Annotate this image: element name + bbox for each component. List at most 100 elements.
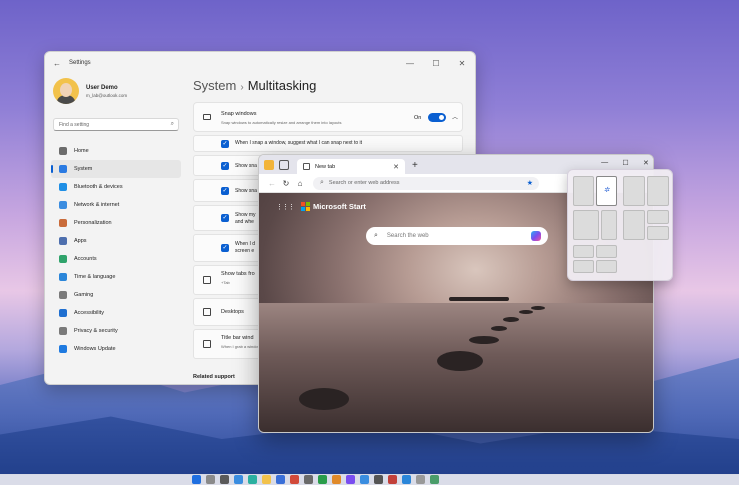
nav-item-system[interactable]: System	[51, 160, 181, 178]
app-icon[interactable]	[416, 475, 425, 484]
nav-label: Privacy & security	[74, 328, 118, 334]
nav-item-gaming[interactable]: Gaming	[51, 286, 181, 304]
app-icon[interactable]	[388, 475, 397, 484]
snap-zone[interactable]	[601, 210, 617, 240]
stepping-stone	[299, 388, 349, 410]
tab-new-tab[interactable]: New tab ✕	[297, 159, 405, 174]
app-icon[interactable]	[318, 475, 327, 484]
nav-item-accounts[interactable]: Accounts	[51, 250, 181, 268]
stepping-stone	[519, 310, 533, 314]
snap-layout-two-thirds[interactable]	[623, 176, 669, 206]
tab-actions-icon[interactable]	[279, 160, 289, 170]
new-tab-button[interactable]: +	[412, 160, 418, 171]
apps-grid-icon[interactable]: ⋮⋮⋮	[276, 203, 295, 211]
snap-zone[interactable]	[623, 210, 645, 240]
minimize-button[interactable]: —	[601, 159, 608, 166]
nav-item-bluetooth[interactable]: Bluetooth & devices	[51, 178, 181, 196]
refresh-icon[interactable]: ↻	[279, 179, 293, 188]
file-explorer-icon[interactable]	[262, 475, 271, 484]
snap-zone[interactable]	[573, 176, 594, 206]
user-email: m_lab@outlook.com	[86, 92, 128, 98]
close-button[interactable]: ✕	[449, 59, 475, 68]
checkbox-checked[interactable]: ✓	[221, 161, 229, 170]
back-icon[interactable]: ←	[265, 179, 279, 188]
favorite-star-icon[interactable]: ★	[527, 179, 533, 187]
maximize-button[interactable]: ☐	[622, 159, 628, 167]
nav-label: Gaming	[74, 292, 94, 298]
settings-gear-icon[interactable]	[304, 475, 313, 484]
microsoft-logo-icon	[301, 202, 310, 211]
snap-layout-main-side[interactable]	[623, 210, 669, 240]
checkbox-checked[interactable]: ✓	[221, 244, 229, 252]
close-button[interactable]: ✕	[643, 159, 649, 167]
nav-item-personalization[interactable]: Personalization	[51, 214, 181, 232]
bluetooth-icon	[59, 183, 67, 191]
row-label: Title bar wind	[221, 335, 254, 341]
app-icon[interactable]	[430, 475, 439, 484]
snap-zone-selected-icon[interactable]: ✲	[596, 176, 617, 206]
snap-option-row[interactable]: ✓ When I snap a window, suggest what I c…	[193, 135, 463, 152]
nav-label: Windows Update	[74, 346, 116, 352]
snap-zone[interactable]	[596, 260, 617, 273]
nav-item-apps[interactable]: Apps	[51, 232, 181, 250]
address-input[interactable]: ⌕ Search or enter web address ★	[313, 176, 539, 190]
snap-windows-icon	[203, 114, 211, 120]
widgets-icon[interactable]	[234, 475, 243, 484]
app-icon[interactable]	[360, 475, 369, 484]
nav-label: Apps	[74, 238, 87, 244]
nav-item-windows-update[interactable]: Windows Update	[51, 340, 181, 358]
app-icon[interactable]	[332, 475, 341, 484]
find-setting-placeholder: Find a setting	[59, 122, 90, 128]
snap-windows-card[interactable]: Snap windows Snap windows to automatical…	[193, 102, 463, 132]
nav-item-privacy[interactable]: Privacy & security	[51, 322, 181, 340]
app-icon[interactable]	[374, 475, 383, 484]
task-view-icon[interactable]	[220, 475, 229, 484]
snap-zone[interactable]	[573, 210, 599, 240]
profile-icon[interactable]	[264, 160, 274, 170]
nav-item-home[interactable]: Home	[51, 142, 181, 160]
snap-zone[interactable]	[647, 226, 669, 240]
snap-layout-halves[interactable]: ✲	[573, 176, 617, 206]
snap-zone[interactable]	[573, 245, 594, 258]
related-support-heading: Related support	[193, 374, 235, 380]
snap-option-label: Show sna	[235, 163, 257, 169]
search-icon: ⌕	[170, 121, 174, 127]
web-search-box[interactable]: ⌕ Search the web	[366, 227, 548, 245]
breadcrumb-system[interactable]: System	[193, 78, 236, 93]
nav-item-network[interactable]: Network & internet	[51, 196, 181, 214]
home-icon[interactable]: ⌂	[293, 179, 307, 188]
store-icon[interactable]	[276, 475, 285, 484]
chevron-up-icon[interactable]: ︿	[452, 112, 458, 121]
app-icon[interactable]	[402, 475, 411, 484]
checkbox-checked[interactable]: ✓	[221, 186, 229, 195]
find-setting-input[interactable]: Find a setting ⌕	[53, 118, 179, 131]
checkbox-checked[interactable]: ✓	[221, 139, 229, 148]
accessibility-icon	[59, 309, 67, 317]
nav-item-time-language[interactable]: Time & language	[51, 268, 181, 286]
checkbox-checked[interactable]: ✓	[221, 214, 229, 222]
row-sublabel: +Tab	[221, 280, 230, 285]
snap-layout-quarters[interactable]	[573, 245, 619, 273]
app-icon[interactable]	[290, 475, 299, 484]
globe-icon	[59, 273, 67, 281]
snap-windows-toggle[interactable]	[428, 113, 446, 122]
snap-zone[interactable]	[596, 245, 617, 258]
maximize-button[interactable]: ☐	[423, 59, 449, 68]
snap-layout-thirds[interactable]	[573, 210, 617, 240]
nav-item-accessibility[interactable]: Accessibility	[51, 304, 181, 322]
copilot-icon[interactable]	[531, 231, 541, 241]
start-icon[interactable]	[192, 475, 201, 484]
user-profile[interactable]: User Demo m_lab@outlook.com	[53, 78, 127, 104]
snap-zone[interactable]	[573, 260, 594, 273]
shield-icon	[59, 327, 67, 335]
snap-zone[interactable]	[647, 176, 669, 206]
brand-title: Microsoft Start	[313, 202, 366, 211]
minimize-button[interactable]: —	[397, 59, 423, 68]
back-arrow-icon[interactable]: ←	[53, 59, 61, 68]
edge-icon[interactable]	[248, 475, 257, 484]
search-icon[interactable]	[206, 475, 215, 484]
app-icon[interactable]	[346, 475, 355, 484]
close-tab-icon[interactable]: ✕	[393, 163, 399, 171]
snap-zone[interactable]	[623, 176, 645, 206]
snap-zone[interactable]	[647, 210, 669, 224]
